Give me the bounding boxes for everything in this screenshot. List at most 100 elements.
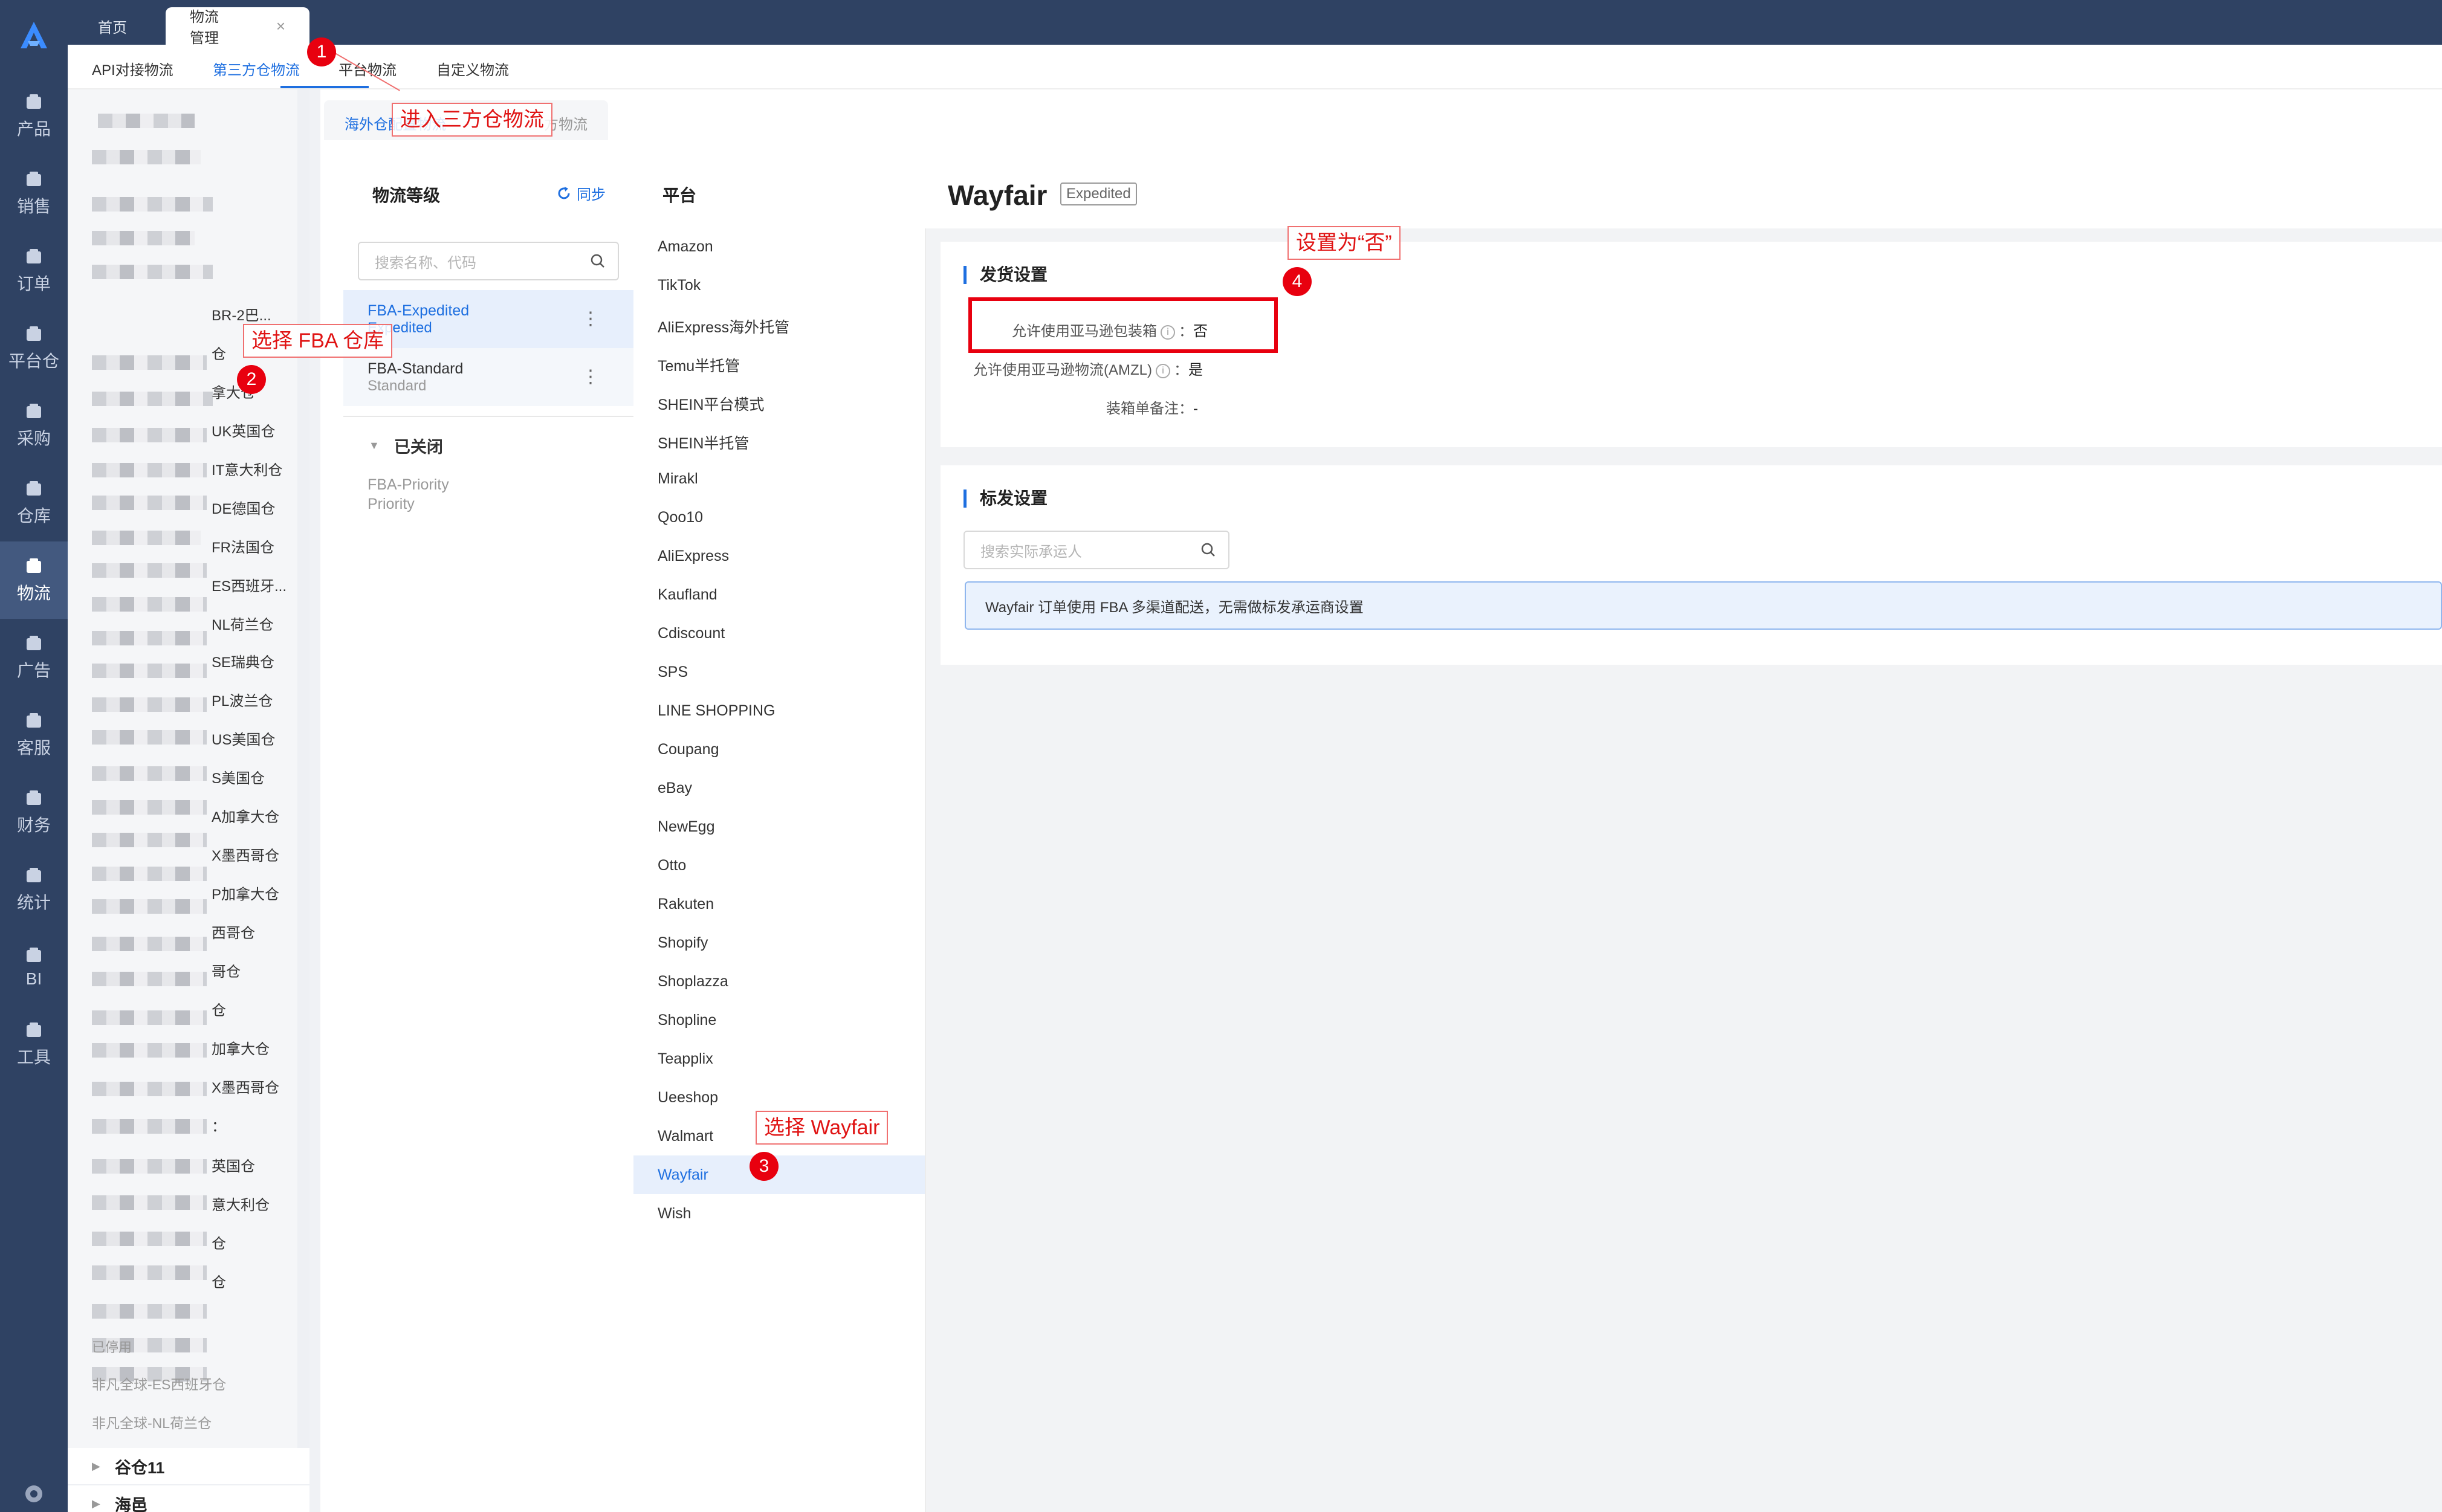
level-search-input[interactable]: 搜索名称、代码 [358, 242, 619, 280]
nav-label: 工具 [16, 1048, 51, 1067]
close-icon[interactable]: × [276, 17, 285, 36]
nav-item-2[interactable]: 订单 [0, 232, 68, 309]
nav-item-1[interactable]: 销售 [0, 155, 68, 232]
warehouse-item[interactable]: P加拿大仓 [212, 882, 279, 903]
nav-item-0[interactable]: 产品 [0, 77, 68, 155]
nav-item-12[interactable]: 工具 [0, 1006, 68, 1083]
more-icon[interactable]: ⋮ [581, 308, 600, 329]
platform-item[interactable]: LINE SHOPPING [658, 702, 776, 720]
levels-header: 物流等级 [372, 186, 441, 205]
warehouse-item[interactable]: 哥仓 [212, 960, 241, 981]
subtab-custom[interactable]: 自定义物流 [436, 58, 509, 79]
platform-item[interactable]: Temu半托管 [658, 354, 740, 376]
platform-item[interactable]: Shopify [658, 934, 708, 952]
warehouse-item[interactable]: 加拿大仓 [212, 1037, 270, 1058]
platform-item[interactable]: Wayfair [658, 1166, 708, 1184]
platform-item[interactable]: AliExpress海外托管 [658, 315, 789, 337]
nav-label: 物流 [16, 584, 51, 603]
nav-item-9[interactable]: 财务 [0, 774, 68, 851]
warehouse-item[interactable]: 仓 [212, 1270, 226, 1291]
platform-item[interactable]: Cdiscount [658, 625, 725, 642]
caret-down-icon: ▼ [369, 439, 380, 451]
platform-item[interactable]: SHEIN半托管 [658, 431, 749, 453]
refresh-icon [558, 186, 570, 199]
platform-item[interactable]: Teapplix [658, 1050, 713, 1068]
nav-label: 采购 [16, 429, 51, 448]
blurred-warehouse-name [92, 1265, 207, 1280]
subtab-third-party[interactable]: 第三方仓物流 [213, 58, 300, 79]
warehouse-group[interactable]: ▶ 海邑 [68, 1485, 309, 1512]
nav-label: 广告 [16, 661, 51, 680]
settings-icon[interactable] [23, 1483, 45, 1505]
warehouse-item[interactable]: ES西班牙... [212, 574, 287, 595]
nav-item-5[interactable]: 仓库 [0, 464, 68, 541]
platform-item[interactable]: TikTok [658, 277, 701, 294]
disabled-section-header: 已停用 [92, 1340, 132, 1355]
disabled-warehouse-item[interactable]: 非凡全球-ES西班牙仓 [92, 1373, 226, 1394]
platform-item[interactable]: Otto [658, 857, 686, 874]
platform-item[interactable]: Ueeshop [658, 1089, 718, 1107]
blurred-warehouse-name [92, 1232, 207, 1246]
warehouse-item[interactable]: SE瑞典仓 [212, 650, 274, 671]
annotation-1-text: 进入三方仓物流 [392, 103, 552, 137]
platform-item[interactable]: Shopline [658, 1012, 716, 1029]
platform-item[interactable]: eBay [658, 780, 692, 797]
nav-item-7[interactable]: 广告 [0, 619, 68, 696]
warehouse-item[interactable]: 英国仓 [212, 1154, 255, 1175]
warehouse-item[interactable]: 仓 [212, 342, 226, 363]
warehouse-item[interactable]: NL荷兰仓 [212, 613, 274, 634]
platform-item[interactable]: Coupang [658, 741, 719, 758]
nav-item-3[interactable]: 平台仓 [0, 309, 68, 387]
warehouse-item[interactable]: A加拿大仓 [212, 805, 279, 826]
warehouse-item[interactable]: S美国仓 [212, 766, 265, 787]
app-logo-icon[interactable] [16, 17, 52, 53]
closed-section-toggle[interactable]: ▼ 已关闭 [369, 434, 443, 457]
warehouse-item[interactable]: US美国仓 [212, 728, 275, 749]
warehouse-item[interactable]: 仓 [212, 998, 226, 1019]
platform-item[interactable]: Wish [658, 1205, 691, 1223]
carrier-search-input[interactable]: 搜索实际承运人 [964, 531, 1229, 569]
more-icon[interactable]: ⋮ [581, 366, 600, 387]
platform-item[interactable]: Qoo10 [658, 509, 703, 526]
warehouse-item[interactable]: X墨西哥仓 [212, 844, 279, 865]
platform-item[interactable]: AliExpress [658, 548, 729, 565]
platform-item[interactable]: SPS [658, 664, 688, 681]
nav-item-10[interactable]: 统计 [0, 851, 68, 928]
nav-item-6[interactable]: 物流 [0, 541, 68, 619]
warehouse-item[interactable]: 仓 [212, 1232, 226, 1253]
ad-icon [24, 633, 44, 654]
platform-item[interactable]: SHEIN平台模式 [658, 393, 764, 415]
tab-home[interactable]: 首页 [74, 7, 151, 45]
nav-label: 平台仓 [8, 352, 59, 370]
warehouse-item[interactable]: UK英国仓 [212, 419, 275, 441]
nav-item-8[interactable]: 客服 [0, 696, 68, 774]
sync-button[interactable]: 同步 [556, 183, 606, 204]
platform-item[interactable]: NewEgg [658, 818, 715, 836]
blurred-warehouse-name [92, 231, 195, 245]
warehouse-item[interactable]: 意大利仓 [212, 1193, 270, 1214]
warehouse-item[interactable]: DE德国仓 [212, 497, 275, 518]
platform-item[interactable]: Walmart [658, 1128, 713, 1145]
level-item-fba-priority[interactable]: FBA-Priority Priority [368, 475, 449, 514]
warehouse-item[interactable]: ： [212, 1114, 226, 1136]
warehouse-group[interactable]: ▶ 谷仓11 [68, 1448, 309, 1484]
warehouse-item[interactable]: BR-2巴... [212, 303, 271, 325]
platform-item[interactable]: Amazon [658, 238, 713, 256]
platform-item[interactable]: Kaufland [658, 586, 717, 604]
tab-logistics[interactable]: 物流管理 × [166, 7, 309, 47]
warehouse-item[interactable]: 西哥仓 [212, 921, 255, 942]
setting-amzl[interactable]: 允许使用亚马逊物流(AMZL) i ：是 [973, 358, 1203, 379]
blurred-warehouse-name [92, 197, 213, 212]
platform-item[interactable]: Rakuten [658, 896, 714, 913]
nav-item-11[interactable]: BI [0, 928, 68, 1006]
disabled-warehouse-item[interactable]: 非凡全球-NL荷兰仓 [92, 1412, 212, 1432]
warehouse-item[interactable]: PL波兰仓 [212, 689, 273, 710]
platform-item[interactable]: Mirakl [658, 470, 698, 488]
subtab-api[interactable]: API对接物流 [92, 58, 173, 79]
nav-item-4[interactable]: 采购 [0, 387, 68, 464]
warehouse-item[interactable]: IT意大利仓 [212, 458, 282, 479]
platform-item[interactable]: Shoplazza [658, 973, 728, 990]
warehouse-item[interactable]: X墨西哥仓 [212, 1076, 279, 1097]
blurred-warehouse-name [92, 563, 207, 578]
warehouse-item[interactable]: FR法国仓 [212, 535, 274, 557]
